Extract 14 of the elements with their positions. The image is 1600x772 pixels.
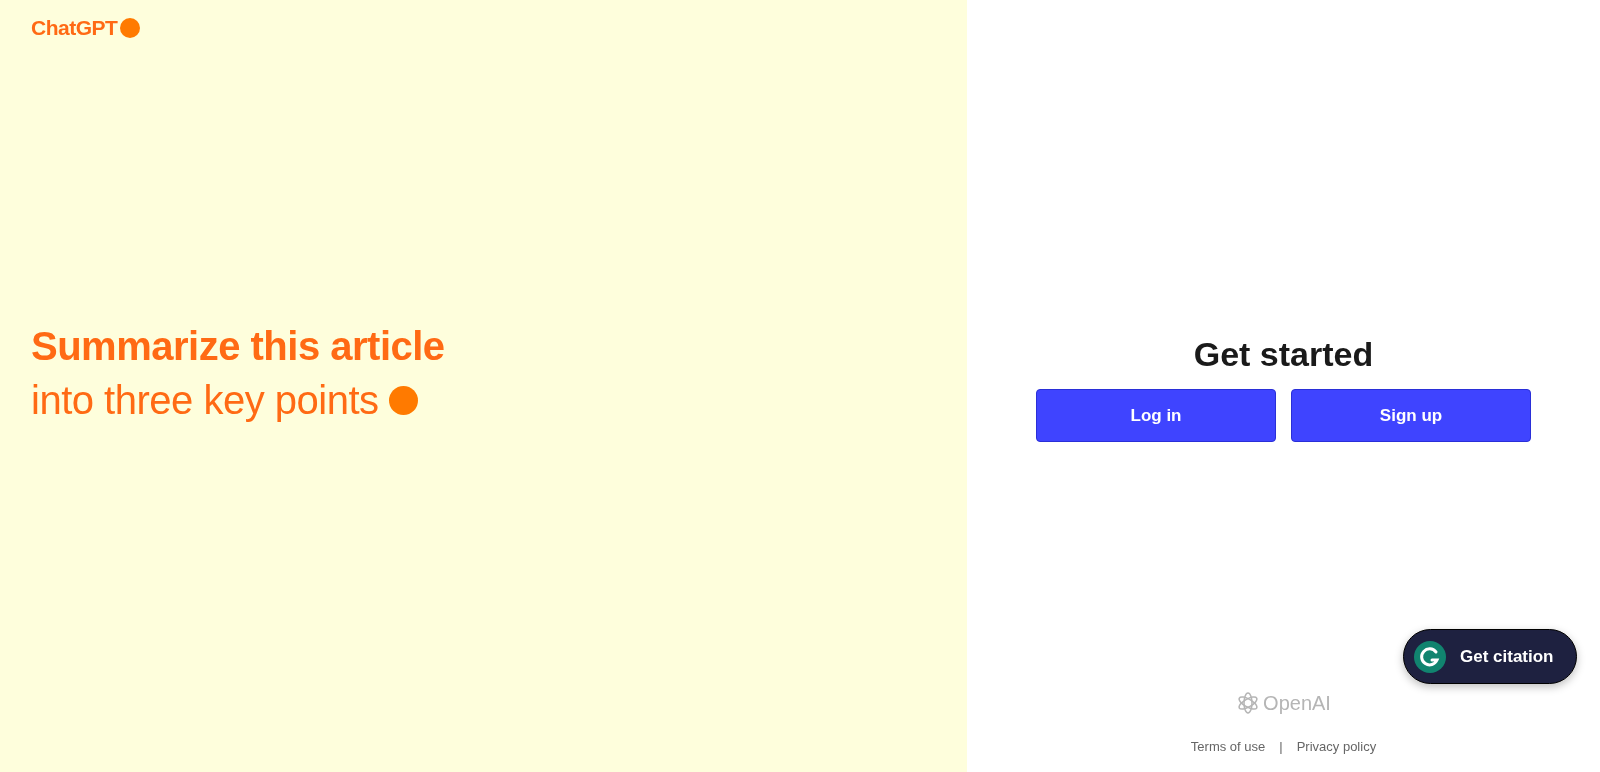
footer-link[interactable]: Terms of use [1190, 739, 1266, 754]
footer-logo-text: OpenAI [1263, 691, 1331, 715]
knot-logo-icon [1236, 691, 1261, 715]
footer-link[interactable]: Privacy policy [1296, 739, 1377, 754]
headline: Summarize this article [31, 323, 446, 370]
auth-button[interactable]: Sign up [1291, 389, 1531, 442]
g-logo-icon [1414, 640, 1446, 673]
subline: into three key points [31, 377, 379, 424]
dot-icon [388, 385, 418, 415]
auth-button[interactable]: Log in [1036, 389, 1276, 442]
citation-button[interactable]: Get citation [1403, 629, 1577, 684]
dot-icon [120, 18, 141, 38]
separator: | [1279, 739, 1283, 754]
auth-title: Get started [1193, 335, 1374, 374]
